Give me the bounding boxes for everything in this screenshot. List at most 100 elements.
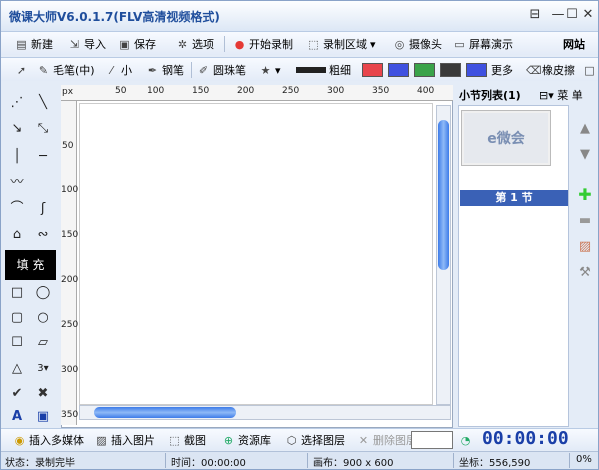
layer-name-input[interactable] (411, 431, 453, 449)
ballpoint-button[interactable]: ✐ 圆珠笔 (197, 61, 246, 79)
horizontal-ruler: px 50 100 150 200 250 300 350 400 (61, 85, 453, 101)
app-window: 微课大师V6.0.1.7(FLV高清视频格式) ⊟ — ☐ ✕ ▤ 新建 ⇲ 导入 … (0, 0, 599, 470)
double-arrow-tool[interactable]: ⤡ (32, 119, 54, 139)
insert-image-button[interactable]: ▨ 插入图片 (95, 432, 155, 448)
wave-tool[interactable]: ∾ (32, 225, 54, 245)
parallelogram-tool[interactable]: ▱ (32, 333, 54, 353)
camera-icon: ◎ (394, 37, 405, 51)
image-icon: ▨ (96, 433, 107, 447)
rectangle-tool[interactable]: □ (6, 283, 28, 303)
options-button[interactable]: ✲ 选项 (176, 35, 214, 53)
import-image-icon[interactable]: ▨ (577, 239, 593, 255)
size-button[interactable]: ⁄ 小 (105, 61, 132, 79)
scrollbar-thumb[interactable] (438, 120, 449, 270)
brush-button[interactable]: ✎ 毛笔(中) (37, 61, 95, 79)
status-time: 时间：00:00:00 (171, 458, 246, 469)
curve-tool[interactable]: ʃ (32, 199, 54, 219)
pen-button[interactable]: ✒ 钢笔 (146, 61, 184, 79)
tools-icon[interactable]: ⚒ (577, 265, 593, 281)
vertical-line-tool[interactable]: │ (6, 147, 28, 167)
horizontal-scrollbar[interactable] (79, 405, 451, 420)
move-down-icon[interactable]: ▼ (577, 147, 593, 163)
polygon-tool[interactable]: ⌂ (6, 225, 28, 245)
section-item[interactable]: 第 1 节 (460, 190, 568, 206)
status-percent: 0% (576, 454, 592, 465)
cursor-icon: ➚ (16, 63, 27, 77)
menu-icon[interactable]: ⊟ (524, 7, 546, 22)
more-colors-button[interactable]: 更多 (491, 61, 513, 79)
thickness-button[interactable]: 粗细 (296, 61, 351, 79)
square-tool[interactable]: ☐ (6, 333, 28, 353)
eraser-button[interactable]: ⌫ 橡皮擦 (526, 61, 575, 79)
line-thickness-icon (296, 67, 326, 73)
fill-button[interactable]: 填 充 (5, 250, 56, 280)
toolbar-overflow[interactable]: □ (583, 61, 596, 79)
window-title: 微课大师V6.0.1.7(FLV高清视频格式) (9, 10, 220, 24)
remove-section-icon[interactable]: ▬ (577, 213, 593, 229)
arc-tool[interactable]: ⌒ (6, 199, 28, 219)
section-menu-button[interactable]: ⊟▾ 菜 单 (539, 87, 583, 103)
new-button[interactable]: ▤ 新建 (15, 35, 53, 53)
status-text: 状态：录制完毕 (5, 458, 75, 469)
screenshot-button[interactable]: ⬚ 截图 (168, 432, 206, 448)
record-area-button[interactable]: ⬚ 录制区域 ▾ (307, 35, 375, 53)
pointer-tool[interactable]: ➚ (15, 61, 28, 79)
cross-tool[interactable]: ✖ (32, 384, 54, 404)
arrow-tool[interactable]: ↘ (6, 119, 28, 139)
select-layer-button[interactable]: ⬡ 选择图层 (285, 432, 345, 448)
screen-demo-button[interactable]: ▭ 屏幕演示 (453, 35, 513, 53)
circle-tool[interactable]: ○ (32, 308, 54, 328)
pen-icon: ✒ (147, 63, 158, 77)
area-select-icon: ⬚ (308, 37, 319, 51)
divider (191, 62, 192, 78)
color-swatch-red[interactable] (362, 63, 383, 77)
insert-media-button[interactable]: ◉ 插入多媒体 (13, 432, 84, 448)
freehand-tool[interactable]: 〰 (6, 173, 28, 193)
line-tool[interactable]: ╲ (32, 93, 54, 113)
section-thumbnail[interactable]: e微会 (461, 110, 551, 166)
dotted-line-tool[interactable]: ⋰ (6, 93, 28, 113)
triangle-tool[interactable]: △ (6, 359, 28, 379)
main-toolbar: ▤ 新建 ⇲ 导入 ▣ 保存 ✲ 选项 ● 开始录制 ⬚ 录制区域 ▾ ◎ 摄像头 ▭ 屏幕演示 … (1, 31, 598, 55)
camera-button[interactable]: ◎ 摄像头 (393, 35, 442, 53)
website-link[interactable]: 网站 (563, 35, 585, 53)
drawing-canvas[interactable] (79, 103, 433, 405)
rounded-rect-tool[interactable]: ▢ (6, 308, 28, 328)
brush-icon: ✎ (38, 63, 49, 77)
section-panel: 小节列表(1) ⊟▾ 菜 单 e微会 第 1 节 ▲ ▼ ✚ ▬ ▨ ⚒ (455, 83, 598, 428)
chevron-down-icon: ▾ (275, 63, 281, 77)
bottom-toolbar: ◉ 插入多媒体 ▨ 插入图片 ⬚ 截图 ⊕ 资源库 ⬡ 选择图层 ✕ 删除图层 ◔ 00:0… (1, 428, 598, 450)
record-timer: 00:00:00 (482, 428, 569, 449)
delete-layer-button[interactable]: ✕ 删除图层 (357, 432, 417, 448)
close-button[interactable]: ✕ (577, 7, 599, 22)
arrow-count-select[interactable]: 3▾ (32, 359, 54, 379)
import-icon: ⇲ (69, 37, 80, 51)
title-bar: 微课大师V6.0.1.7(FLV高清视频格式) ⊟ — ☐ ✕ (1, 1, 598, 31)
section-list-header: 小节列表(1) (459, 89, 521, 102)
color-swatch-black[interactable] (440, 63, 461, 77)
vertical-scrollbar[interactable] (436, 105, 451, 405)
start-record-button[interactable]: ● 开始录制 (233, 35, 293, 53)
scrollbar-thumb[interactable] (94, 407, 236, 418)
text-tool[interactable]: A (6, 407, 28, 427)
horizontal-line-tool[interactable]: ─ (32, 147, 54, 167)
add-section-icon[interactable]: ✚ (577, 187, 593, 203)
color-swatch-blue-2[interactable] (466, 63, 487, 77)
ellipse-tool[interactable]: ◯ (32, 283, 54, 303)
square-icon: □ (584, 63, 595, 77)
import-button[interactable]: ⇲ 导入 (68, 35, 106, 53)
delete-icon: ✕ (358, 433, 369, 447)
section-list: e微会 第 1 节 (458, 105, 569, 427)
move-up-icon[interactable]: ▲ (577, 121, 593, 137)
color-swatch-green[interactable] (414, 63, 435, 77)
save-icon: ▣ (119, 37, 130, 51)
color-swatch-blue[interactable] (388, 63, 409, 77)
draw-toolbar: ➚ ✎ 毛笔(中) ⁄ 小 ✒ 钢笔 ✐ 圆珠笔 ★ ▾ 粗细 更多 ⌫ 橡皮擦 □ (1, 57, 598, 81)
shape-style-button[interactable]: ★ ▾ (259, 61, 281, 79)
library-icon: ⊕ (223, 433, 234, 447)
save-button[interactable]: ▣ 保存 (118, 35, 156, 53)
check-tool[interactable]: ✔ (6, 384, 28, 404)
callout-tool[interactable]: ▣ (32, 407, 54, 427)
eraser-icon: ⌫ (526, 63, 542, 77)
library-button[interactable]: ⊕ 资源库 (222, 432, 271, 448)
